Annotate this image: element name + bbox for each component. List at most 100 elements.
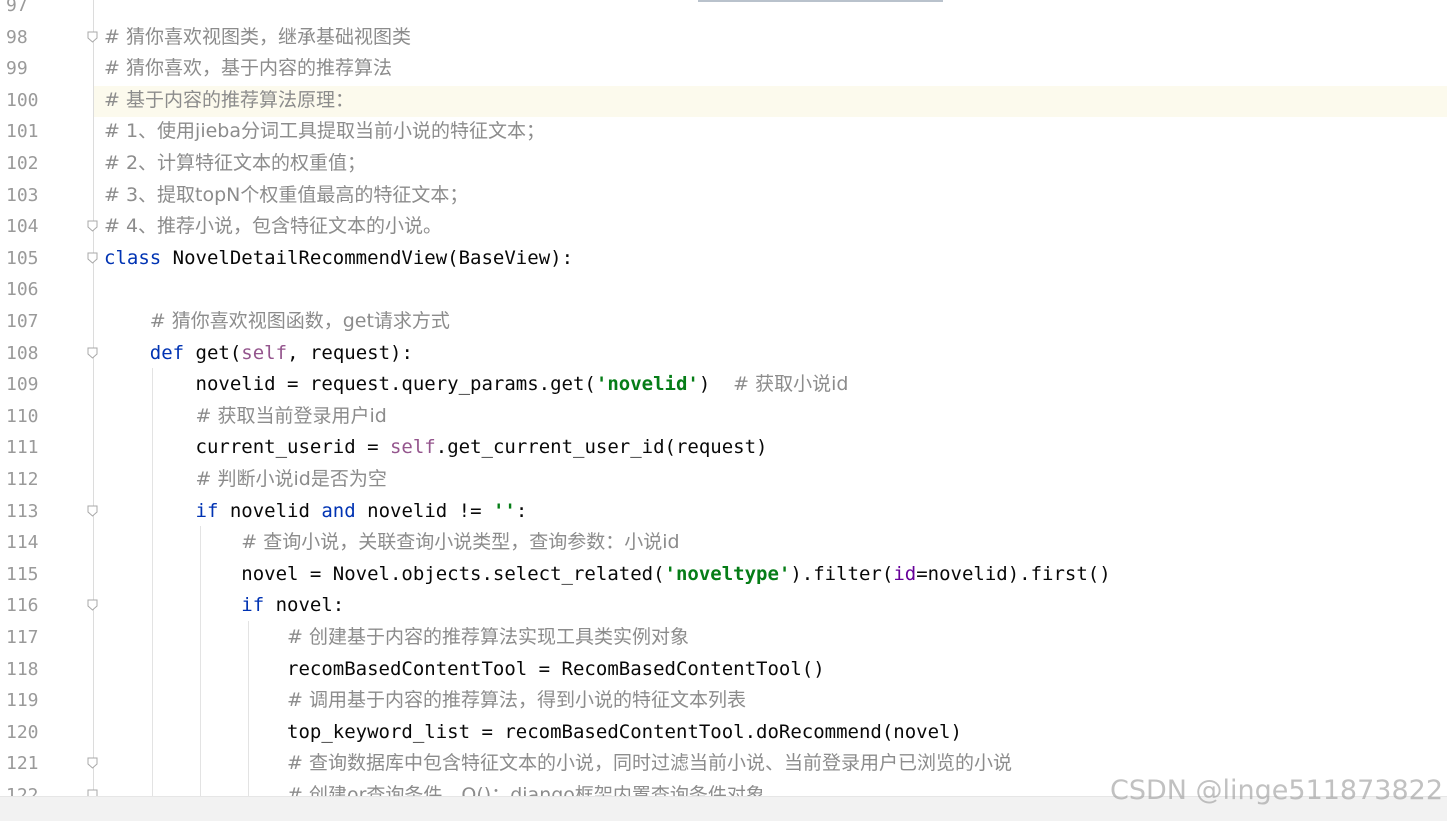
code-line[interactable]: 99 # 猜你喜欢，基于内容的推荐算法 (0, 53, 1447, 84)
token-comment: # 4、推荐小说，包含特征文本的小说。 (104, 215, 443, 237)
code-line[interactable]: 120 top_keyword_list = recomBasedContent… (0, 717, 1447, 748)
token-comment: # 创建基于内容的推荐算法实现工具类实例对象 (287, 626, 689, 648)
line-number: 117 (6, 627, 39, 648)
line-number: 116 (6, 595, 39, 616)
token-comment: # 1、使用jieba分词工具提取当前小说的特征文本； (104, 120, 545, 142)
fold-marker-icon[interactable] (87, 220, 98, 232)
token-comment: # 猜你喜欢视图函数，get请求方式 (149, 310, 450, 332)
token-plain: recomBasedContentTool = RecomBasedConten… (104, 658, 825, 680)
line-number: 103 (6, 185, 39, 206)
token-comment: # 3、提取topN个权重值最高的特征文本； (104, 184, 469, 206)
code-line[interactable]: 112 # 判断小说id是否为空 (0, 464, 1447, 495)
code-text: # 查询数据库中包含特征文本的小说，同时过滤当前小说、当前登录用户已浏览的小说 (104, 752, 1012, 774)
token-plain: : (515, 500, 528, 522)
code-text: # 调用基于内容的推荐算法，得到小说的特征文本列表 (104, 689, 746, 711)
fold-marker-icon[interactable] (87, 505, 98, 517)
code-line[interactable]: 116 if novel: (0, 590, 1447, 621)
code-text: # 猜你喜欢视图类，继承基础视图类 (104, 26, 411, 48)
code-line[interactable]: 98 # 猜你喜欢视图类，继承基础视图类 (0, 22, 1447, 53)
code-text: novelid = request.query_params.get('nove… (104, 373, 849, 395)
code-line[interactable]: 118 recomBasedContentTool = RecomBasedCo… (0, 654, 1447, 685)
token-comment: # 基于内容的推荐算法原理： (104, 89, 354, 111)
code-line[interactable]: 101 # 1、使用jieba分词工具提取当前小说的特征文本； (0, 116, 1447, 147)
code-line[interactable]: 115 novel = Novel.objects.select_related… (0, 559, 1447, 590)
line-number: 114 (6, 532, 39, 553)
code-text: # 创建基于内容的推荐算法实现工具类实例对象 (104, 626, 689, 648)
token-kw: def (149, 342, 185, 364)
code-line[interactable]: 113 if novelid and novelid != '': (0, 496, 1447, 527)
code-line[interactable]: 103 # 3、提取topN个权重值最高的特征文本； (0, 180, 1447, 211)
code-text: if novelid and novelid != '': (104, 500, 528, 522)
line-number: 107 (6, 311, 39, 332)
code-text: # 猜你喜欢视图函数，get请求方式 (104, 310, 450, 332)
fold-marker-icon[interactable] (87, 347, 98, 359)
code-line[interactable]: 110 # 获取当前登录用户id (0, 401, 1447, 432)
code-line[interactable]: 111 current_userid = self.get_current_us… (0, 432, 1447, 463)
token-plain: novelid (218, 500, 322, 522)
token-plain: novelid = request.query_params.get( (104, 373, 596, 395)
code-text: current_userid = self.get_current_user_i… (104, 436, 768, 458)
code-line[interactable]: 100 # 基于内容的推荐算法原理： (0, 85, 1447, 116)
code-line[interactable]: 107 # 猜你喜欢视图函数，get请求方式 (0, 306, 1447, 337)
code-line[interactable]: 97 (0, 0, 1447, 21)
token-plain: novel = Novel.objects.select_related( (104, 563, 665, 585)
line-number: 120 (6, 722, 39, 743)
code-line[interactable]: 108 def get(self, request): (0, 338, 1447, 369)
fold-marker-icon[interactable] (87, 599, 98, 611)
code-text: def get(self, request): (104, 342, 413, 364)
token-str: '' (492, 500, 516, 522)
code-text: recomBasedContentTool = RecomBasedConten… (104, 658, 825, 680)
code-line[interactable]: 105 class NovelDetailRecommendView(BaseVi… (0, 243, 1447, 274)
line-number: 119 (6, 690, 39, 711)
token-comment: # 猜你喜欢，基于内容的推荐算法 (104, 57, 392, 79)
code-text: # 2、计算特征文本的权重值； (104, 152, 366, 174)
line-number: 106 (6, 279, 39, 300)
fold-marker-icon[interactable] (87, 31, 98, 43)
code-line[interactable]: 104 # 4、推荐小说，包含特征文本的小说。 (0, 211, 1447, 242)
code-text: # 判断小说id是否为空 (104, 468, 387, 490)
watermark: CSDN @linge511873822 (1109, 775, 1443, 806)
token-str: 'noveltype' (664, 563, 791, 585)
token-self: self (241, 342, 288, 364)
line-number: 104 (6, 216, 39, 237)
code-text: top_keyword_list = recomBasedContentTool… (104, 721, 962, 743)
token-plain: ).filter( (790, 563, 894, 585)
token-plain: ) (698, 373, 734, 395)
code-line[interactable]: 114 # 查询小说，关联查询小说类型，查询参数：小说id (0, 527, 1447, 558)
line-number: 118 (6, 659, 39, 680)
token-self: self (389, 436, 436, 458)
token-plain: get( (184, 342, 242, 364)
code-line[interactable]: 106 (0, 274, 1447, 305)
code-text: # 基于内容的推荐算法原理： (104, 89, 354, 111)
line-number: 102 (6, 153, 39, 174)
line-number: 108 (6, 343, 39, 364)
fold-marker-icon[interactable] (87, 757, 98, 769)
fold-marker-icon[interactable] (87, 252, 98, 264)
code-line[interactable]: 117 # 创建基于内容的推荐算法实现工具类实例对象 (0, 622, 1447, 653)
token-plain: , request): (287, 342, 413, 364)
token-comment: # 2、计算特征文本的权重值； (104, 152, 367, 174)
token-param: id (893, 563, 917, 585)
code-text: # 猜你喜欢，基于内容的推荐算法 (104, 57, 392, 79)
token-comment: # 调用基于内容的推荐算法，得到小说的特征文本列表 (287, 689, 746, 711)
line-number: 115 (6, 564, 39, 585)
line-number: 98 (6, 27, 28, 48)
code-line[interactable]: 119 # 调用基于内容的推荐算法，得到小说的特征文本列表 (0, 685, 1447, 716)
code-line[interactable]: 102 # 2、计算特征文本的权重值； (0, 148, 1447, 179)
token-plain: top_keyword_list = recomBasedContentTool… (104, 721, 962, 743)
line-number: 112 (6, 469, 39, 490)
line-number: 101 (6, 121, 39, 142)
token-kw: if (241, 594, 265, 616)
code-line[interactable]: 109 novelid = request.query_params.get('… (0, 369, 1447, 400)
line-number: 113 (6, 501, 39, 522)
token-plain: novelid != (355, 500, 493, 522)
token-kw: and (321, 500, 356, 522)
token-kw: class (104, 247, 162, 269)
code-text: # 1、使用jieba分词工具提取当前小说的特征文本； (104, 120, 545, 142)
